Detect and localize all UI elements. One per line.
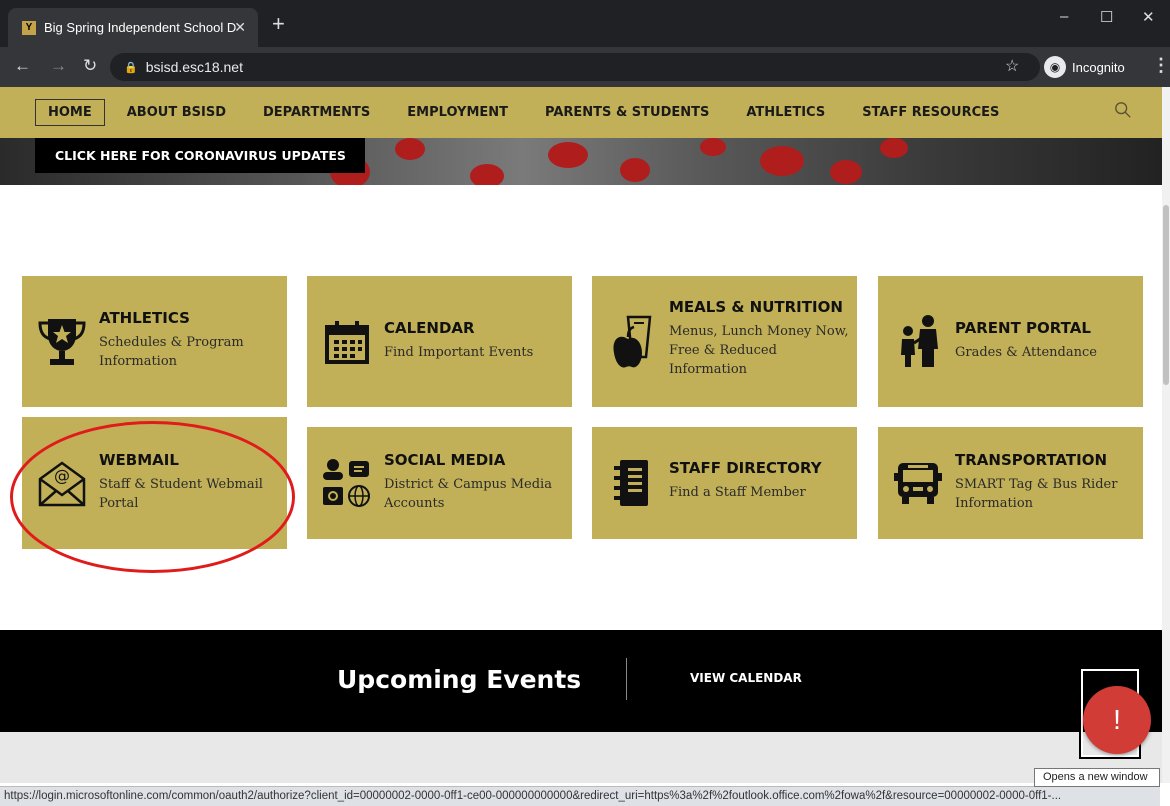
window-close-button[interactable]: ✕ (1142, 8, 1155, 26)
card-description: Staff & Student Webmail Portal (99, 477, 263, 511)
coronavirus-updates-button[interactable]: CLICK HERE FOR CORONAVIRUS UPDATES (35, 138, 365, 173)
nav-employment[interactable]: EMPLOYMENT (407, 105, 508, 120)
nav-home[interactable]: HOME (35, 99, 105, 126)
back-arrow-icon[interactable]: ← (14, 56, 31, 76)
new-tab-button[interactable]: + (272, 13, 285, 35)
view-calendar-link[interactable]: VIEW CALENDAR (690, 671, 802, 685)
card-meals-nutrition[interactable]: MEALS & NUTRITION Menus, Lunch Money Now… (592, 276, 857, 407)
svg-text:@: @ (54, 466, 70, 485)
card-transportation[interactable]: TRANSPORTATION SMART Tag & Bus Rider Inf… (878, 427, 1143, 539)
hero-banner: CLICK HERE FOR CORONAVIRUS UPDATES (0, 138, 1162, 185)
page-scrollbar[interactable] (1162, 87, 1170, 783)
page-viewport: HOME ABOUT BSISD DEPARTMENTS EMPLOYMENT … (0, 87, 1162, 783)
status-bar-url: https://login.microsoftonline.com/common… (0, 786, 1160, 806)
card-social-media[interactable]: SOCIAL MEDIA District & Campus Media Acc… (307, 427, 572, 539)
card-description: Grades & Attendance (955, 345, 1097, 360)
envelope-at-icon: @ (32, 453, 92, 513)
nav-parents-students[interactable]: PARENTS & STUDENTS (545, 105, 709, 120)
nav-staff-resources[interactable]: STAFF RESOURCES (862, 105, 999, 120)
card-title: WEBMAIL (99, 451, 179, 469)
card-title: TRANSPORTATION (955, 451, 1107, 469)
address-bar[interactable]: 🔒 bsisd.esc18.net (110, 53, 1040, 81)
card-description: Find a Staff Member (669, 485, 806, 500)
card-title: SOCIAL MEDIA (384, 451, 506, 469)
new-window-tooltip: Opens a new window (1034, 768, 1160, 787)
card-webmail[interactable]: @ WEBMAIL Staff & Student Webmail Portal (22, 417, 287, 549)
card-parent-portal[interactable]: PARENT PORTAL Grades & Attendance (878, 276, 1143, 407)
alert-button[interactable]: ! (1083, 686, 1151, 754)
social-media-icon (317, 453, 377, 513)
bus-icon (888, 453, 948, 513)
address-toolbar: ← → ↻ 🔒 bsisd.esc18.net ☆ ◉ Incognito ⋮ (0, 47, 1170, 87)
card-title: PARENT PORTAL (955, 319, 1091, 337)
url-text: bsisd.esc18.net (145, 59, 243, 75)
lower-section (0, 732, 1162, 783)
card-title: ATHLETICS (99, 309, 190, 327)
nav-athletics[interactable]: ATHLETICS (746, 105, 825, 120)
minimize-button[interactable]: – (1060, 8, 1068, 25)
lock-icon: 🔒 (124, 61, 138, 74)
site-favicon-icon: Y (22, 20, 36, 35)
card-description: Menus, Lunch Money Now, Free & Reduced I… (669, 324, 849, 377)
maximize-button[interactable]: ☐ (1100, 8, 1113, 26)
forward-arrow-icon[interactable]: → (50, 56, 67, 76)
card-description: Find Important Events (384, 345, 534, 360)
card-athletics[interactable]: ATHLETICS Schedules & Program Informatio… (22, 276, 287, 407)
scrollbar-thumb[interactable] (1163, 205, 1169, 385)
nav-departments[interactable]: DEPARTMENTS (263, 105, 370, 120)
tab-close-icon[interactable]: ✕ (234, 19, 246, 36)
notebook-icon (602, 453, 662, 513)
nav-about[interactable]: ABOUT BSISD (127, 105, 226, 120)
events-heading: Upcoming Events (337, 665, 582, 694)
site-navigation: HOME ABOUT BSISD DEPARTMENTS EMPLOYMENT … (0, 87, 1162, 138)
bookmark-star-icon[interactable]: ☆ (1005, 56, 1019, 76)
card-title: CALENDAR (384, 319, 475, 337)
calendar-icon (317, 312, 377, 372)
browser-menu-icon[interactable]: ⋮ (1152, 55, 1170, 76)
card-description: Schedules & Program Information (99, 335, 244, 369)
site-search-icon[interactable] (1114, 101, 1132, 119)
incognito-icon: ◉ (1044, 56, 1066, 78)
card-staff-directory[interactable]: STAFF DIRECTORY Find a Staff Member (592, 427, 857, 539)
trophy-icon (32, 312, 92, 372)
family-icon (888, 312, 948, 372)
browser-tab-strip: Y Big Spring Independent School D ✕ + – … (0, 0, 1170, 47)
card-description: SMART Tag & Bus Rider Information (955, 477, 1118, 511)
card-description: District & Campus Media Accounts (384, 477, 552, 511)
browser-tab[interactable]: Y Big Spring Independent School D ✕ (8, 8, 258, 47)
card-title: MEALS & NUTRITION (669, 298, 843, 316)
tab-title: Big Spring Independent School D (44, 20, 237, 35)
events-divider (626, 658, 627, 700)
incognito-indicator[interactable]: ◉ Incognito (1044, 56, 1125, 78)
reload-icon[interactable]: ↻ (83, 56, 97, 76)
card-calendar[interactable]: CALENDAR Find Important Events (307, 276, 572, 407)
apple-bag-icon (602, 312, 662, 372)
card-title: STAFF DIRECTORY (669, 459, 822, 477)
incognito-label: Incognito (1072, 59, 1125, 75)
upcoming-events-banner: Upcoming Events VIEW CALENDAR (0, 630, 1162, 732)
